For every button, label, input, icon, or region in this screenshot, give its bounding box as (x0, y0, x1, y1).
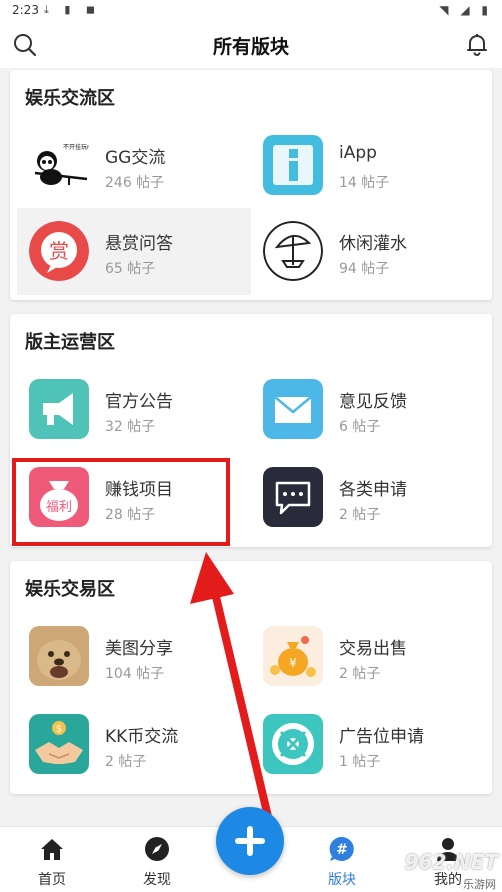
icon-caption: 赏 (49, 239, 69, 263)
post-count: 1 帖子 (339, 754, 381, 770)
svg-text:$: $ (56, 724, 62, 735)
home-icon (38, 835, 66, 863)
hashtag-icon: # (328, 835, 356, 863)
watermark-text: 乐游网 (463, 878, 496, 891)
tab-boards[interactable]: # 版块 (302, 827, 382, 892)
highlight-box (12, 458, 230, 546)
forum-name: KK币交流 (105, 727, 179, 747)
section-title: 娱乐交流区 (25, 88, 115, 109)
megaphone-icon (29, 379, 89, 439)
forum-name: 美图分享 (105, 639, 173, 659)
post-count: 2 帖子 (105, 754, 147, 770)
forum-item[interactable]: 不开挂玩nm游戏 GG交流 246 帖子 (17, 122, 251, 209)
chat-bubble-icon (263, 467, 323, 527)
tab-label: 版块 (328, 872, 356, 888)
iapp-icon (263, 135, 323, 195)
signal-battery-icons: ◥ ◢ ▮ (439, 3, 492, 17)
section-card: 娱乐交易区 美图分享 104 帖子 ¥ 交易出售 2 帖子 $ KK币交流 2 … (10, 561, 492, 794)
section-title: 娱乐交易区 (25, 579, 115, 600)
watermark-logo: 962.NET (404, 850, 498, 874)
forum-item[interactable]: $ KK币交流 2 帖子 (17, 701, 251, 788)
plus-icon (235, 826, 265, 856)
section-title: 版主运营区 (25, 332, 115, 353)
bell-icon[interactable] (464, 31, 490, 57)
forum-item[interactable]: 各类申请 2 帖子 (251, 454, 485, 541)
forum-name: 休闲灌水 (339, 234, 407, 254)
post-count: 104 帖子 (105, 666, 165, 682)
envelope-icon (263, 379, 323, 439)
lifebuoy-icon (263, 714, 323, 774)
status-bar: 2:23 ⤓ ▮ ◼ ◥ ◢ ▮ (0, 0, 502, 22)
forum-name: iApp (339, 143, 377, 163)
notification-icons: ⤓ ▮ ◼ (44, 3, 102, 16)
post-count: 2 帖子 (339, 666, 381, 682)
forum-name: GG交流 (105, 148, 166, 168)
tab-home[interactable]: 首页 (12, 827, 92, 892)
forum-item[interactable]: 意见反馈 6 帖子 (251, 366, 485, 453)
forum-name: 各类申请 (339, 480, 407, 500)
post-count: 246 帖子 (105, 175, 165, 191)
forum-item[interactable]: 赏 悬赏问答 65 帖子 (17, 208, 251, 295)
post-count: 65 帖子 (105, 261, 156, 277)
page-title: 所有版块 (212, 36, 289, 58)
status-time: 2:23 (12, 3, 39, 17)
app-bar: 所有版块 (0, 22, 502, 68)
beach-umbrella-icon (263, 221, 323, 281)
post-count: 32 帖子 (105, 419, 156, 435)
forum-name: 悬赏问答 (105, 234, 173, 254)
post-count: 2 帖子 (339, 507, 381, 523)
forum-item[interactable]: 广告位申请 1 帖子 (251, 701, 485, 788)
post-count: 94 帖子 (339, 261, 390, 277)
forum-item[interactable]: 休闲灌水 94 帖子 (251, 208, 485, 295)
post-count: 14 帖子 (339, 175, 390, 191)
tab-discover[interactable]: 发现 (117, 827, 197, 892)
forum-item[interactable]: iApp 14 帖子 (251, 122, 485, 209)
forum-name: 意见反馈 (339, 392, 407, 412)
forum-item[interactable]: ¥ 交易出售 2 帖子 (251, 613, 485, 700)
section-card: 娱乐交流区 不开挂玩nm游戏 GG交流 246 帖子 iApp 14 帖子 赏 … (10, 70, 492, 300)
tab-label: 首页 (38, 872, 66, 888)
reward-badge-icon: 赏 (29, 221, 89, 281)
panda-sniper-icon: 不开挂玩nm游戏 (29, 135, 89, 195)
forum-item[interactable]: 美图分享 104 帖子 (17, 613, 251, 700)
post-count: 6 帖子 (339, 419, 381, 435)
forum-name: 官方公告 (105, 392, 173, 412)
tab-label: 发现 (143, 872, 171, 888)
forum-item[interactable]: 官方公告 32 帖子 (17, 366, 251, 453)
forum-name: 交易出售 (339, 639, 407, 659)
add-post-button[interactable] (216, 807, 284, 875)
svg-text:¥: ¥ (289, 656, 297, 670)
icon-caption: 不开挂玩nm游戏 (63, 143, 89, 151)
dog-photo-icon (29, 626, 89, 686)
handshake-coin-icon: $ (29, 714, 89, 774)
compass-icon (143, 835, 171, 863)
forum-name: 广告位申请 (339, 727, 424, 747)
svg-text:#: # (336, 842, 348, 858)
money-bag-icon: ¥ (263, 626, 323, 686)
